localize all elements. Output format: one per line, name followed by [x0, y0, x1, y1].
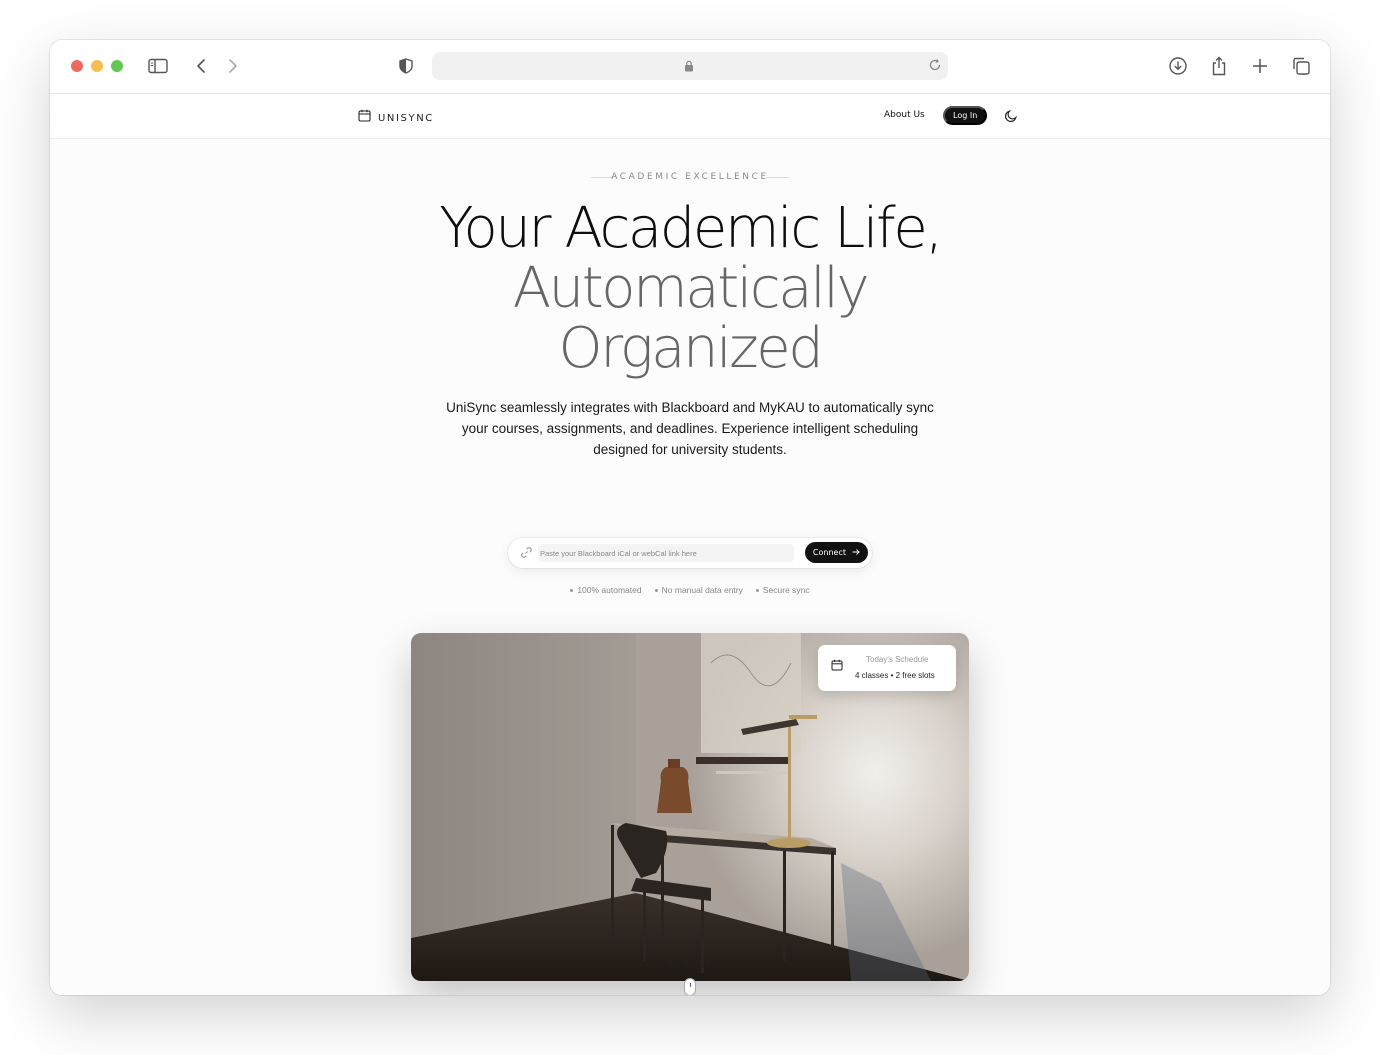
eyebrow-divider-right — [767, 177, 789, 178]
headline-line-1: Your Academic Life, — [439, 196, 943, 261]
lock-icon — [684, 59, 694, 77]
login-button[interactable]: Log In — [943, 106, 988, 125]
headline-line-3: Organized — [558, 316, 824, 381]
feature-item: No manual data entry — [654, 585, 743, 595]
feature-item: 100% automated — [570, 585, 642, 595]
headline-line-2: Automatically — [512, 256, 870, 321]
brand-name: UNISYNC — [378, 112, 434, 124]
back-icon[interactable] — [190, 55, 212, 77]
minimize-window-button[interactable] — [91, 60, 103, 72]
tabs-overview-icon[interactable] — [1290, 55, 1312, 77]
bullet-icon — [654, 588, 658, 592]
zoom-window-button[interactable] — [111, 60, 123, 72]
hero-section: ACADEMIC EXCELLENCE Your Academic Life, … — [50, 139, 1330, 995]
share-icon[interactable] — [1208, 55, 1230, 77]
schedule-card-detail: 4 classes • 2 free slots — [855, 671, 935, 680]
hero-image: Today's Schedule 4 classes • 2 free slot… — [411, 633, 969, 981]
bullet-icon — [570, 588, 574, 592]
calendar-link-input[interactable] — [538, 544, 794, 562]
hero-headline: Your Academic Life, Automatically Organi… — [50, 199, 1330, 379]
site-header: UNISYNC About Us Log In — [50, 94, 1330, 139]
new-tab-icon[interactable] — [1249, 55, 1271, 77]
schedule-card[interactable]: Today's Schedule 4 classes • 2 free slot… — [818, 645, 956, 691]
moon-icon[interactable] — [1004, 109, 1018, 128]
connect-button-label: Connect — [812, 548, 846, 557]
bullet-icon — [755, 588, 759, 592]
shield-icon[interactable] — [395, 55, 417, 77]
browser-toolbar — [50, 40, 1330, 94]
schedule-card-title: Today's Schedule — [866, 655, 929, 664]
scroll-label: SCROLL — [668, 961, 712, 971]
feature-list: 100% automated No manual data entry Secu… — [50, 585, 1330, 595]
feature-item: Secure sync — [755, 585, 810, 595]
calendar-icon — [831, 659, 843, 671]
link-icon — [520, 546, 533, 564]
forward-icon[interactable] — [222, 55, 244, 77]
connect-button[interactable]: Connect — [804, 542, 868, 563]
brand-logo[interactable]: UNISYNC — [358, 109, 434, 127]
address-bar[interactable] — [432, 52, 948, 80]
eyebrow-label: ACADEMIC EXCELLENCE — [611, 172, 769, 182]
calendar-icon — [358, 109, 371, 127]
sidebar-icon[interactable] — [147, 55, 169, 77]
calendar-link-form: Connect — [508, 538, 872, 568]
browser-window: UNISYNC About Us Log In ACADEMIC EXCELLE… — [50, 40, 1330, 995]
download-icon[interactable] — [1167, 55, 1189, 77]
scroll-mouse-icon[interactable] — [684, 978, 696, 995]
close-window-button[interactable] — [71, 60, 83, 72]
about-us-link[interactable]: About Us — [884, 110, 925, 120]
hero-description: UniSync seamlessly integrates with Black… — [446, 400, 934, 457]
arrow-right-icon — [852, 548, 860, 558]
reload-icon[interactable] — [928, 58, 942, 77]
